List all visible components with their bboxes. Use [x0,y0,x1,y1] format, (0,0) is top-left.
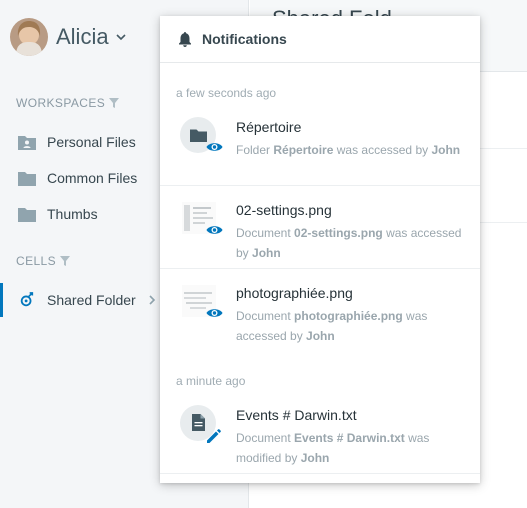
notification-title: 02-settings.png [236,202,332,218]
filter-icon[interactable] [109,98,120,108]
workspaces-header: WORKSPACES [16,96,120,110]
eye-icon [206,143,223,151]
cells-label: CELLS [16,254,57,268]
notification-description: Folder Répertoire was accessed by John [236,143,461,157]
sidebar-item-label: Thumbs [47,206,98,222]
notification-description: Document photographiée.png was accessed … [236,309,428,343]
chevron-right-icon[interactable] [148,294,156,306]
folder-icon [18,172,36,186]
notifications-title: Notifications [202,31,287,47]
notification-item[interactable]: photographiée.png Document photographiée… [160,269,480,352]
notification-item[interactable]: Répertoire Folder Répertoire was accesse… [160,103,480,186]
notification-title: Events # Darwin.txt [236,407,357,423]
sidebar-item-label: Shared Folder [47,292,136,308]
notification-description: Document Events # Darwin.txt was modifie… [236,431,430,465]
folder-icon [18,208,36,222]
notification-title: Répertoire [236,119,302,135]
notifications-header: Notifications [160,16,480,63]
time-group-label: a minute ago [176,374,246,388]
person-folder-icon [18,136,36,150]
notification-item[interactable]: Events # Darwin.txt Document Events # Da… [160,391,480,474]
notification-description: Document 02-settings.png was accessed by… [236,226,462,260]
notifications-popover: Notifications a few seconds ago Répertoi… [160,16,480,483]
divider [480,222,527,223]
sidebar-item-label: Personal Files [47,134,136,150]
divider [480,148,527,149]
notification-item[interactable]: 02-settings.png Document 02-settings.png… [160,186,480,269]
cells-header: CELLS [16,254,71,268]
eye-icon [206,309,223,317]
shared-cell-icon [20,292,34,307]
time-group-label: a few seconds ago [176,86,277,100]
notification-title: photographiée.png [236,285,353,301]
document-icon [192,414,205,431]
filter-icon[interactable] [60,256,71,266]
user-name[interactable]: Alicia [56,24,109,50]
pencil-icon [207,429,221,443]
workspaces-label: WORKSPACES [16,96,106,110]
eye-icon [206,226,223,234]
bell-icon [179,31,191,47]
folder-icon [190,129,207,142]
avatar [10,18,48,56]
sidebar-item-label: Common Files [47,170,138,186]
chevron-down-icon[interactable] [115,31,127,43]
user-menu[interactable]: Alicia [10,17,127,57]
